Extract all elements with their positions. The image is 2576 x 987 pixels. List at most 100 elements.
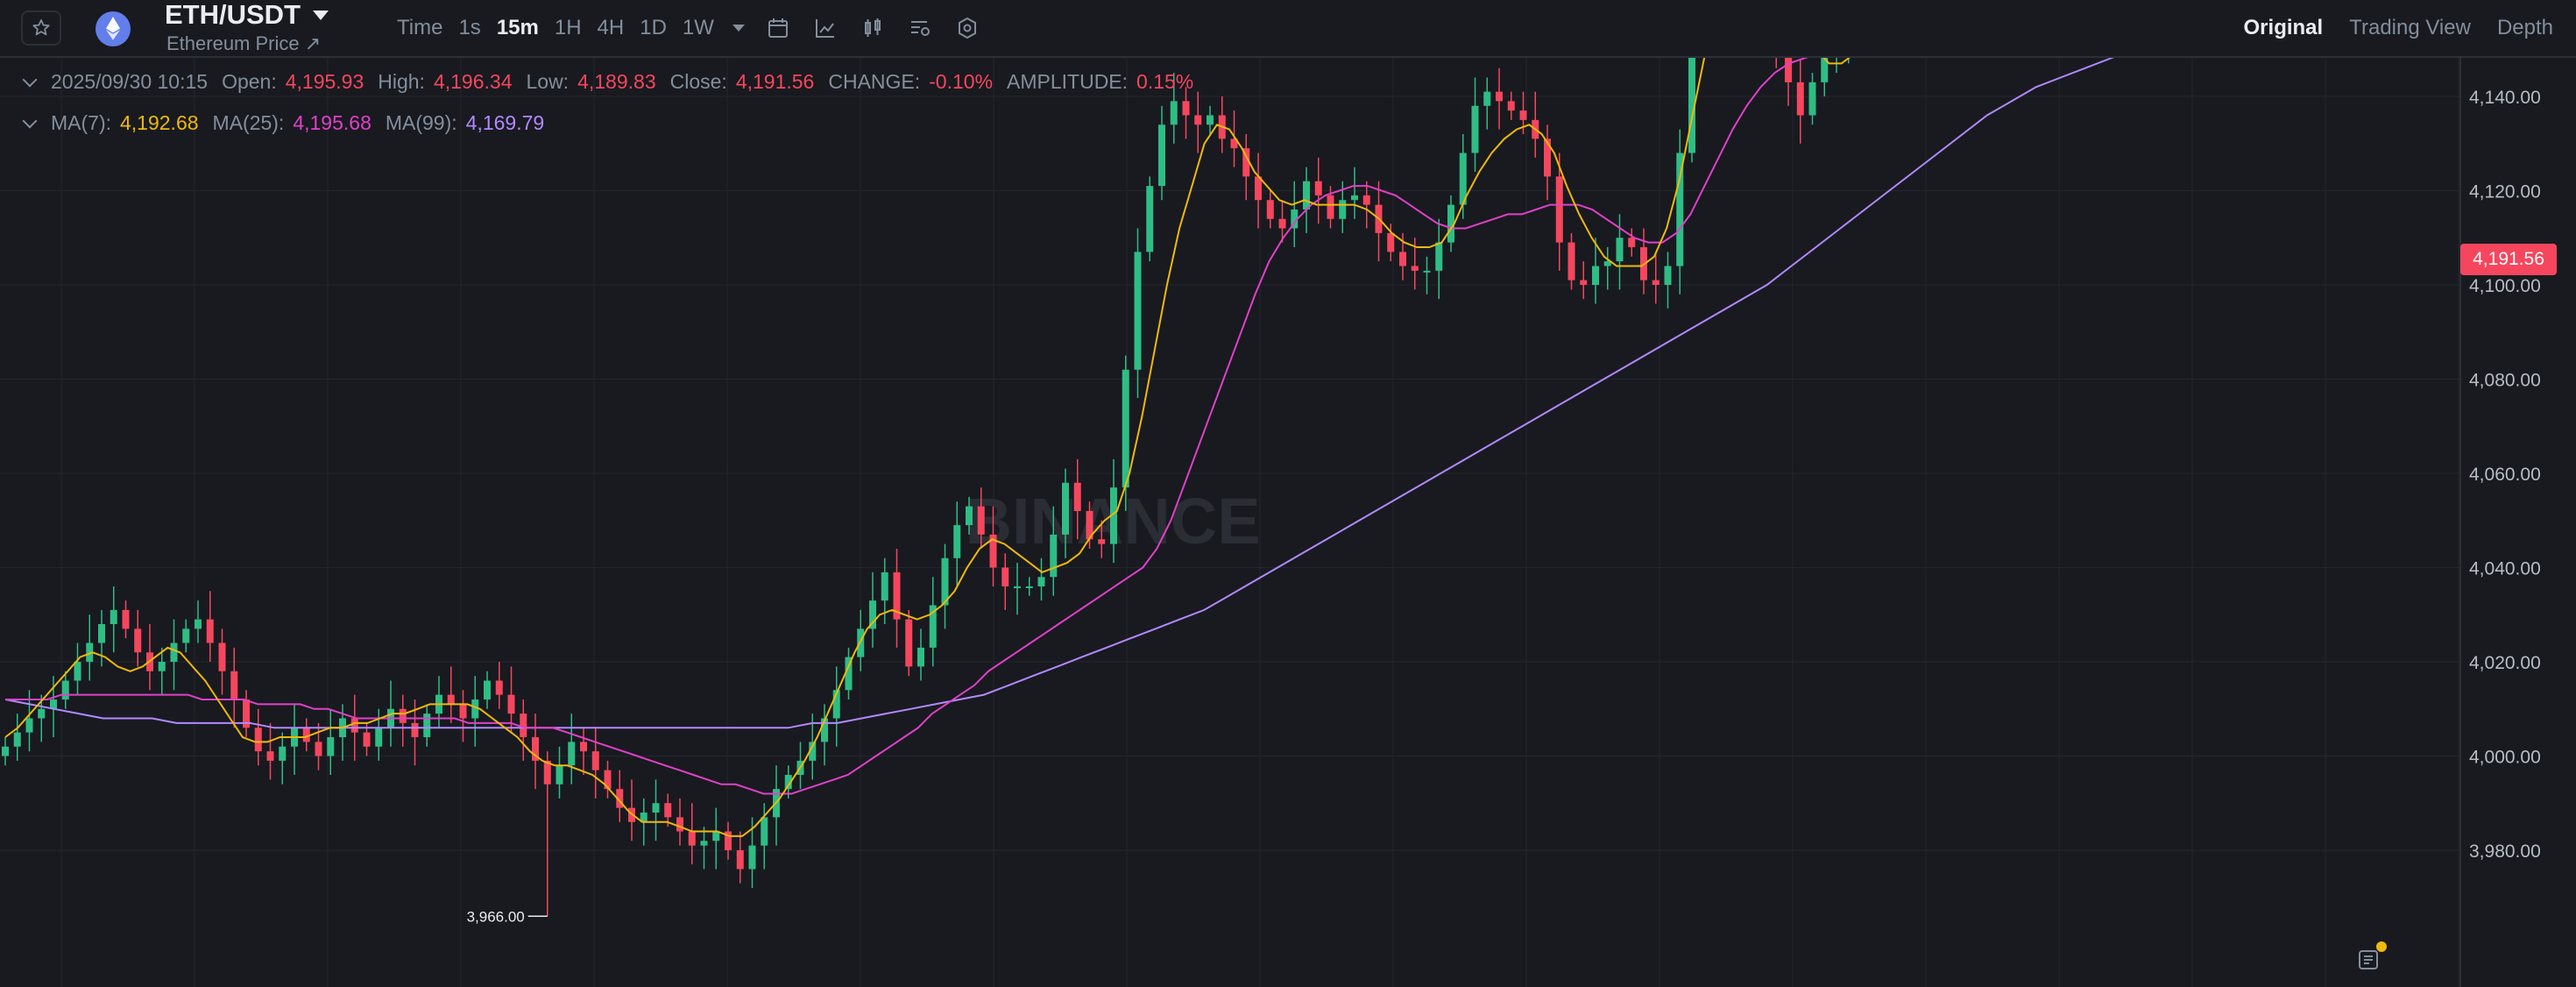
candle-body <box>1170 101 1178 125</box>
candle-body <box>1001 567 1009 586</box>
y-axis-tick-label: 4,100.00 <box>2469 276 2541 296</box>
y-axis-tick-label: 4,060.00 <box>2469 465 2541 485</box>
interval-15m[interactable]: 15m <box>489 14 547 42</box>
candle-body <box>459 704 467 719</box>
ma99-value: 4,169.79 <box>465 111 545 134</box>
tab-trading-view[interactable]: Trading View <box>2349 14 2471 42</box>
candle-body <box>327 737 335 756</box>
candle-body <box>1351 195 1358 201</box>
ma7-line <box>4 58 1851 837</box>
candle-body <box>520 714 527 737</box>
ma25-line <box>5 58 1808 795</box>
interval-1h[interactable]: 1H <box>547 14 590 42</box>
candle-body <box>158 662 166 671</box>
candle-body <box>1303 181 1310 209</box>
indicator-icon[interactable] <box>813 16 838 40</box>
y-axis-tick-label: 4,120.00 <box>2469 182 2541 202</box>
collapse-chevron-icon[interactable] <box>22 72 38 87</box>
candle-body <box>13 732 21 747</box>
candle-body <box>664 803 672 818</box>
interval-time[interactable]: Time <box>389 14 450 42</box>
candle-body <box>1025 586 1033 588</box>
ma25-value: 4,195.68 <box>293 111 372 134</box>
candlestick-type-icon[interactable] <box>860 16 885 40</box>
y-axis-tick-label: 4,140.00 <box>2469 88 2541 108</box>
y-axis-tick-label: 4,020.00 <box>2469 653 2541 673</box>
chart-tools <box>766 16 980 40</box>
top-toolbar: ETH/USDT Ethereum Price ↗ Time 1s 15m 1H… <box>0 0 2576 58</box>
candle-body <box>966 506 973 526</box>
candle-body <box>905 619 913 667</box>
y-axis-tick-label: 4,040.00 <box>2469 559 2541 579</box>
collapse-ma-chevron-icon[interactable] <box>22 113 38 128</box>
candle-body <box>315 742 322 756</box>
candle-body <box>1616 238 1624 262</box>
candle-body <box>568 742 576 766</box>
change-label: CHANGE: <box>828 70 921 93</box>
interval-1w[interactable]: 1W <box>675 14 722 42</box>
candle-body <box>1411 266 1419 271</box>
candle-body <box>1496 91 1503 102</box>
current-price-tag: 4,191.56 <box>2460 244 2557 275</box>
candle-body <box>688 831 696 846</box>
calendar-icon[interactable] <box>766 16 790 40</box>
candle-body <box>1014 586 1021 588</box>
interval-1s[interactable]: 1s <box>450 14 488 42</box>
candle-body <box>507 694 515 714</box>
change-value: -0.10% <box>929 70 994 93</box>
candle-body <box>182 628 190 643</box>
candle-body <box>98 624 105 643</box>
candle-body <box>1435 242 1443 271</box>
candle-body <box>556 765 563 785</box>
ethereum-price-link[interactable]: Ethereum Price ↗ <box>166 32 321 55</box>
chart-settings-list-icon[interactable] <box>908 16 932 40</box>
candle-body <box>423 714 431 737</box>
candle-body <box>917 647 924 667</box>
candle-body <box>375 728 383 747</box>
candle-body <box>1652 280 1660 285</box>
candle-body <box>736 850 744 870</box>
ma99-line <box>4 58 2115 729</box>
candle-body <box>218 643 226 671</box>
candle-body <box>25 718 33 733</box>
high-value: 4,196.34 <box>433 70 513 93</box>
candle-body <box>1314 181 1322 195</box>
price-chart[interactable]: BINANCE4,240.004,220.004,200.004,180.004… <box>0 58 2576 987</box>
candle-body <box>977 506 985 535</box>
candle-body <box>1507 101 1515 111</box>
high-label: High: <box>378 70 425 93</box>
tab-original[interactable]: Original <box>2244 14 2324 42</box>
candle-body <box>195 619 202 629</box>
candle-body <box>1098 539 1106 544</box>
candle-body <box>1808 82 1816 116</box>
close-label: Close: <box>669 70 727 93</box>
candle-body <box>38 708 46 719</box>
interval-1d[interactable]: 1D <box>632 14 675 42</box>
symbol-selector[interactable]: ETH/USDT <box>165 0 329 30</box>
tab-depth[interactable]: Depth <box>2497 14 2553 42</box>
order-book-float-button[interactable] <box>2355 941 2387 973</box>
ethereum-icon <box>96 11 131 46</box>
pair-label: ETH/USDT <box>165 0 301 30</box>
candle-body <box>1073 482 1081 511</box>
amplitude-value: 0.15% <box>1136 70 1194 93</box>
ohlc-legend: 2025/09/30 10:15 Open: 4,195.93 High: 4,… <box>21 70 1193 94</box>
interval-4h[interactable]: 4H <box>590 14 633 42</box>
favorite-star-button[interactable] <box>21 11 61 46</box>
candle-body <box>1544 138 1551 177</box>
candle-body <box>1399 252 1406 266</box>
candle-body <box>1062 482 1069 535</box>
ma7-value: 4,192.68 <box>120 111 199 134</box>
candle-body <box>399 708 407 723</box>
open-label: Open: <box>222 70 277 93</box>
y-axis-tick-label: 3,980.00 <box>2469 841 2541 862</box>
candle-body <box>350 718 358 733</box>
open-value: 4,195.93 <box>285 70 364 93</box>
candle-body <box>1483 91 1491 106</box>
candle-body <box>61 680 69 699</box>
settings-icon[interactable] <box>955 16 980 40</box>
candle-body <box>1592 266 1599 285</box>
more-intervals-dropdown-icon[interactable] <box>732 25 745 32</box>
candle-body <box>411 722 419 737</box>
candle-body <box>279 746 287 761</box>
